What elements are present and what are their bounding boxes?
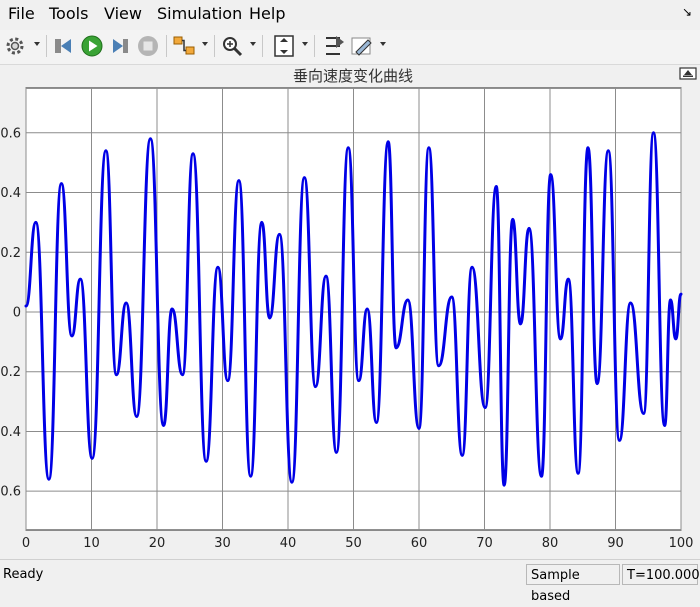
x-tick-label: 20 [149, 536, 166, 551]
zoom-dropdown-icon[interactable] [250, 42, 256, 46]
x-tick-label: 80 [542, 536, 559, 551]
zoom-icon[interactable] [220, 34, 244, 58]
y-tick-label: 0.2 [0, 246, 21, 261]
x-tick-label: 50 [345, 536, 362, 551]
x-tick-label: 90 [607, 536, 624, 551]
x-tick-label: 0 [22, 536, 30, 551]
settings-dropdown-icon[interactable] [34, 42, 40, 46]
toolbar-separator [166, 35, 167, 57]
y-tick-label: 0 [13, 305, 21, 320]
style-pencil-icon[interactable] [350, 34, 374, 58]
y-tick-label: -0.4 [0, 425, 21, 440]
toolbar-separator [314, 35, 315, 57]
autoscale-dropdown-icon[interactable] [302, 42, 308, 46]
y-tick-label: -0.2 [0, 365, 21, 380]
settings-gear-icon[interactable] [4, 34, 28, 58]
toolbar [0, 30, 700, 65]
y-tick-label: 0.6 [0, 126, 21, 141]
simulation-time-indicator: T=100.000 [622, 564, 700, 585]
x-tick-label: 100 [669, 536, 694, 551]
y-tick-label: -0.6 [0, 485, 21, 500]
chart-title: 垂向速度变化曲线 [293, 67, 413, 85]
menu-file[interactable]: File [8, 4, 35, 23]
x-tick-label: 70 [476, 536, 493, 551]
cursor-measurements-icon[interactable] [322, 34, 346, 58]
x-tick-label: 40 [280, 536, 297, 551]
step-back-icon[interactable] [52, 34, 76, 58]
scope-figure: 垂向速度变化曲线 0 10 20 30 40 50 60 70 80 90 100 -0.6 -0.4 -… [0, 65, 700, 557]
y-tick-label: 0.4 [0, 186, 21, 201]
x-tick-label: 60 [411, 536, 428, 551]
stop-icon[interactable] [136, 34, 160, 58]
menu-help[interactable]: Help [249, 4, 285, 23]
scope-chart[interactable]: 垂向速度变化曲线 0 10 20 30 40 50 60 70 80 90 100 -0.6 -0.4 -… [0, 65, 700, 557]
menu-bar: File Tools View Simulation Help ↘ [0, 0, 700, 30]
undock-arrow-icon[interactable]: ↘ [682, 5, 692, 19]
autoscale-icon[interactable] [272, 34, 296, 58]
highlight-model-icon[interactable] [172, 34, 196, 58]
x-tick-label: 10 [83, 536, 100, 551]
restore-axes-icon[interactable] [679, 67, 697, 80]
menu-view[interactable]: View [104, 4, 142, 23]
toolbar-separator [46, 35, 47, 57]
toolbar-separator [214, 35, 215, 57]
status-ready-text: Ready [3, 567, 44, 582]
x-tick-label: 30 [214, 536, 231, 551]
highlight-dropdown-icon[interactable] [202, 42, 208, 46]
menu-simulation[interactable]: Simulation [157, 4, 242, 23]
status-bar: Ready Sample based T=100.000 [0, 559, 700, 604]
toolbar-separator [262, 35, 263, 57]
step-forward-icon[interactable] [108, 34, 132, 58]
sample-mode-indicator: Sample based [526, 564, 620, 604]
menu-tools[interactable]: Tools [49, 4, 88, 23]
style-dropdown-icon[interactable] [380, 42, 386, 46]
run-icon[interactable] [80, 34, 104, 58]
